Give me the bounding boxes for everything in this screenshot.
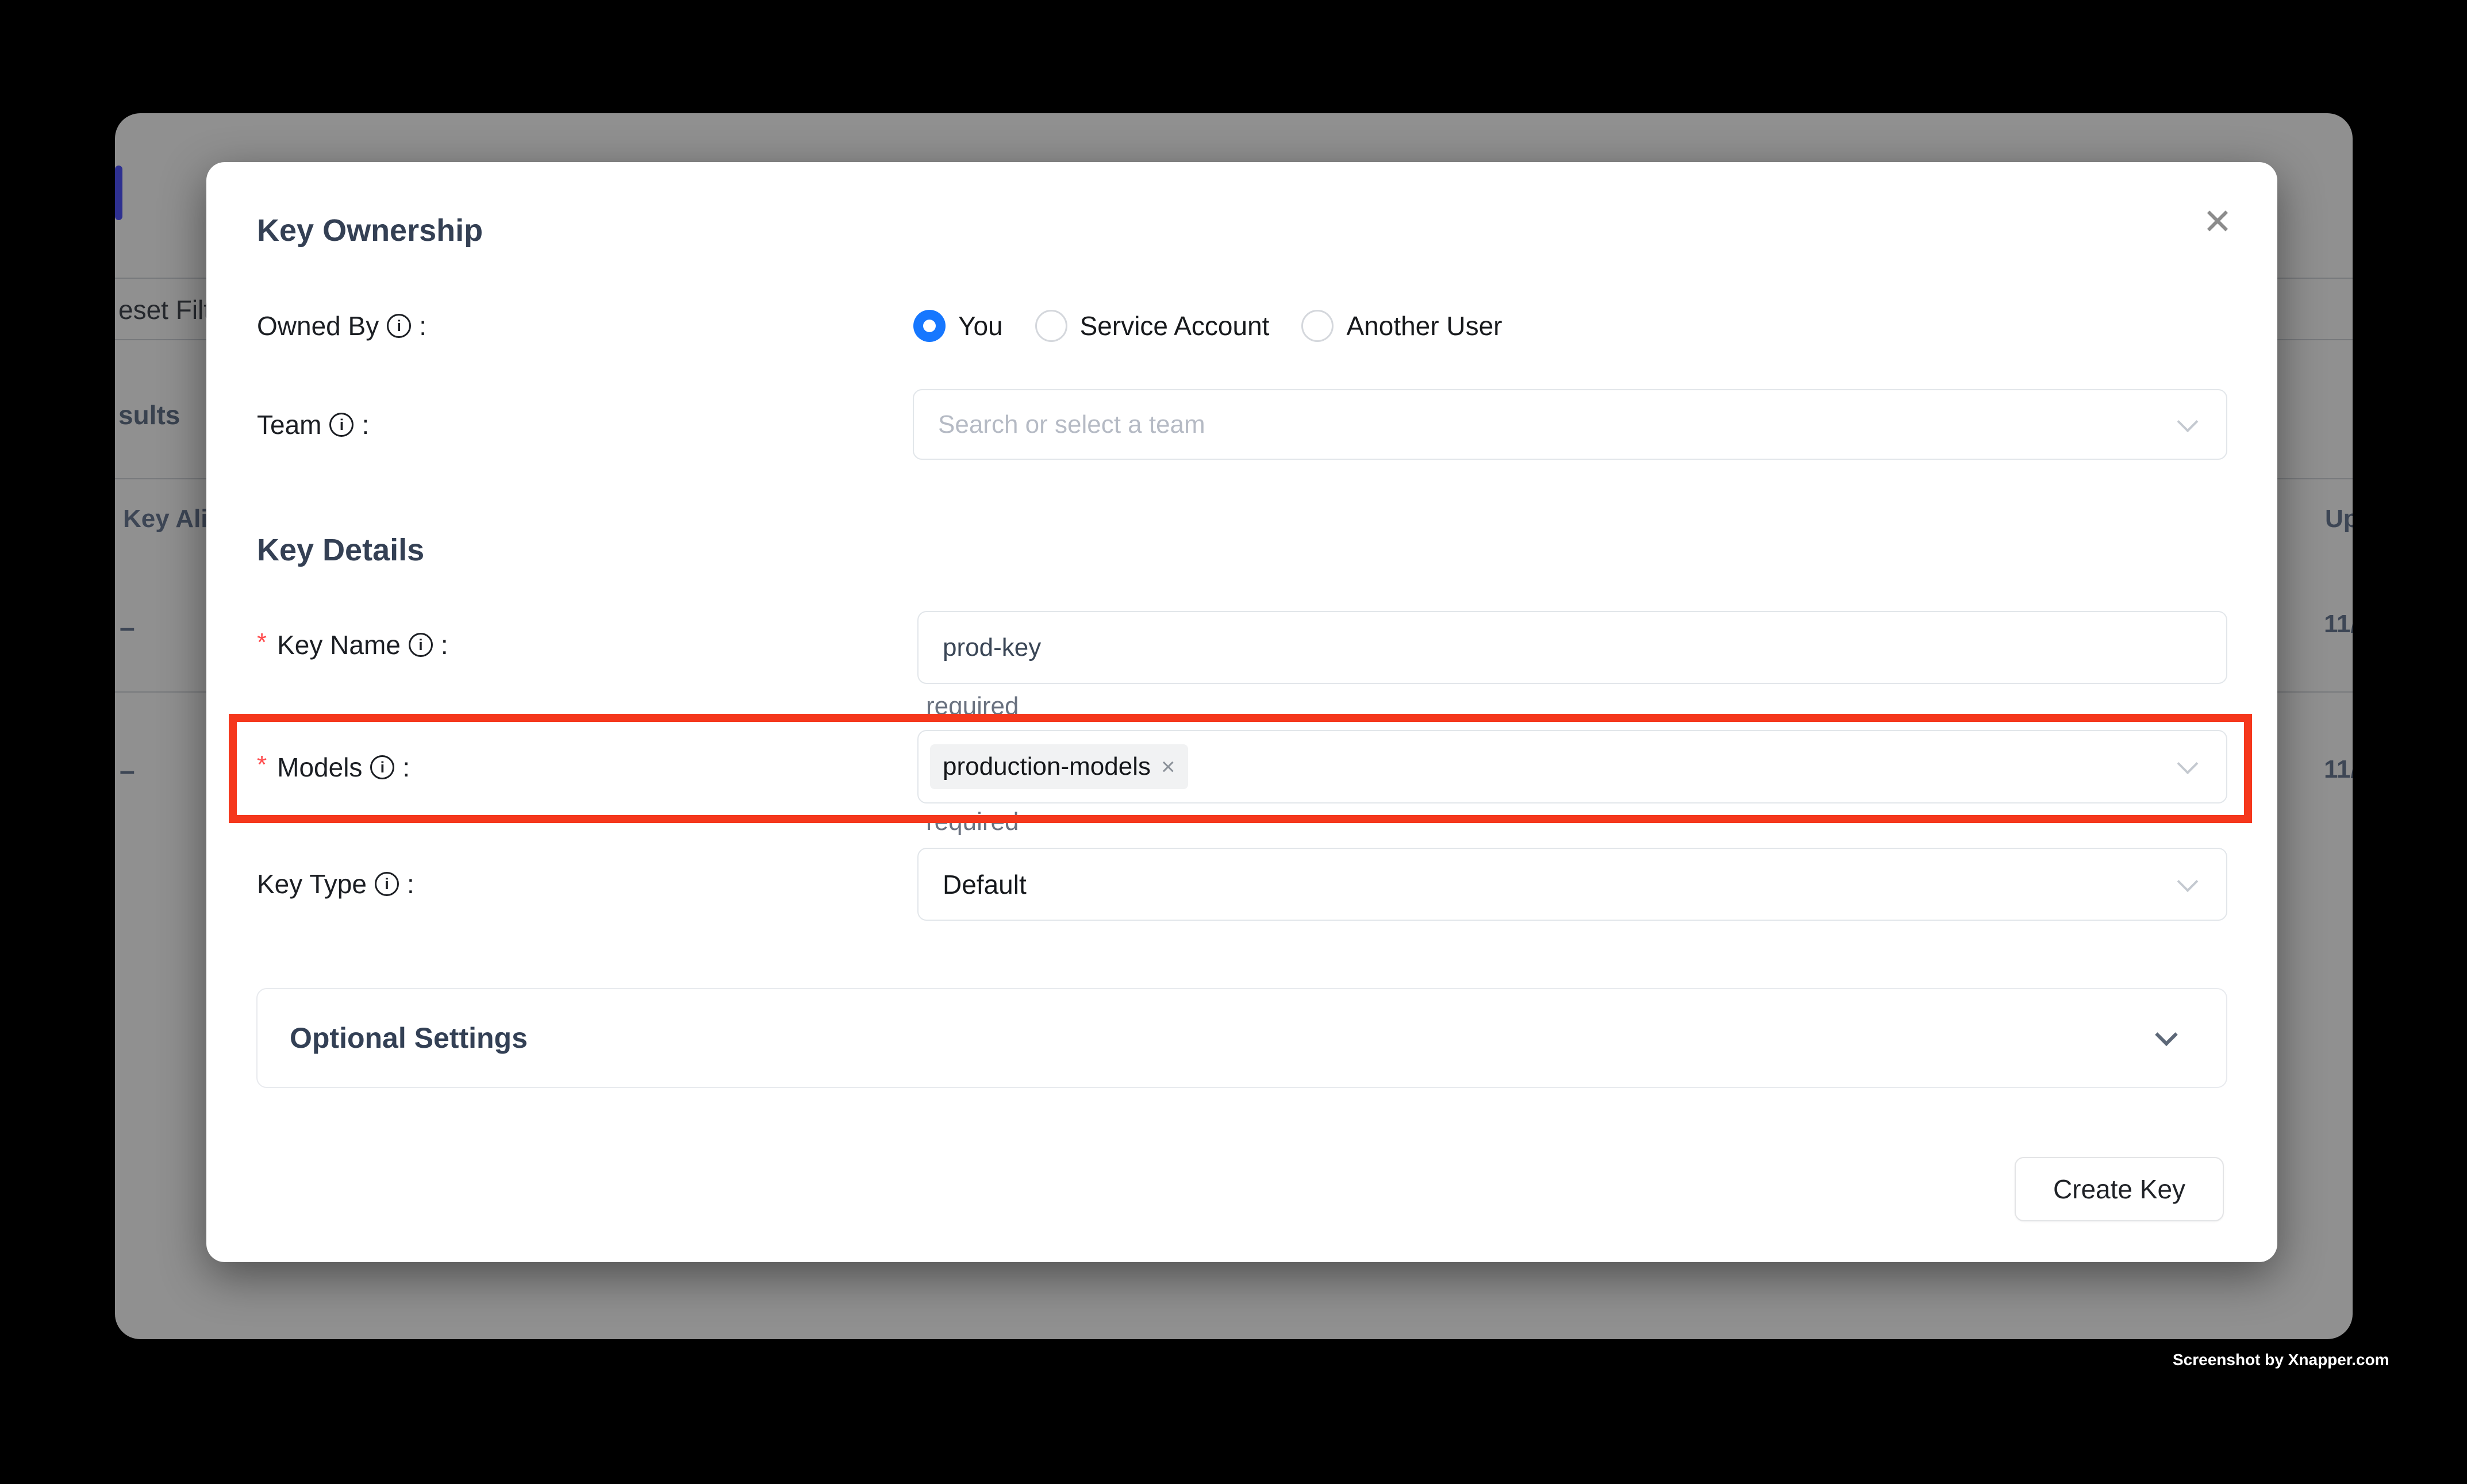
background-results-count: sults: [118, 399, 180, 430]
chevron-down-icon: [2155, 1024, 2178, 1047]
key-type-value: Default: [919, 869, 1027, 900]
radio-option-another-user[interactable]: Another User: [1301, 310, 1502, 342]
close-icon[interactable]: ✕: [2189, 193, 2246, 250]
tag-remove-icon[interactable]: ×: [1161, 753, 1175, 781]
screenshot-root: eset Filt sults Key Alia Up – 11/ – 11/ …: [0, 0, 2467, 1484]
info-icon[interactable]: [409, 633, 433, 657]
key-name-validation-message: required: [926, 694, 1019, 719]
background-reset-filters-text[interactable]: eset Filt: [118, 294, 211, 325]
models-label-text: Models: [277, 752, 362, 783]
section-title-key-details: Key Details: [257, 532, 424, 568]
chevron-down-icon: [2177, 411, 2199, 432]
radio-another-user-label: Another User: [1346, 310, 1502, 341]
table-cell: 11/: [2324, 755, 2353, 784]
table-cell: –: [120, 612, 135, 644]
key-name-input[interactable]: prod-key: [917, 611, 2227, 684]
radio-option-you[interactable]: You: [913, 310, 1003, 342]
key-type-select[interactable]: Default: [917, 848, 2227, 921]
watermark: Screenshot by Xnapper.com: [2173, 1351, 2389, 1369]
owned-by-radio-group: You Service Account Another User: [913, 310, 1502, 342]
label-colon: :: [407, 868, 414, 899]
background-primary-button-fragment[interactable]: [115, 166, 122, 220]
label-colon: :: [441, 629, 448, 660]
radio-another-user-icon[interactable]: [1301, 310, 1334, 342]
radio-service-account-label: Service Account: [1080, 310, 1270, 341]
section-title-key-ownership: Key Ownership: [257, 213, 483, 248]
models-tag-label: production-models: [943, 752, 1151, 781]
models-label: * Models :: [257, 750, 410, 785]
radio-option-service-account[interactable]: Service Account: [1035, 310, 1270, 342]
info-icon[interactable]: [329, 413, 353, 437]
key-name-value: prod-key: [919, 633, 1041, 662]
radio-service-account-icon[interactable]: [1035, 310, 1067, 342]
models-selected-tag: production-models ×: [930, 744, 1188, 789]
team-label-text: Team: [257, 409, 321, 440]
team-label: Team :: [257, 407, 369, 442]
chevron-down-icon: [2177, 753, 2199, 774]
chevron-down-icon: [2177, 871, 2199, 892]
required-asterisk: *: [257, 628, 267, 657]
owned-by-label: Owned By :: [257, 309, 426, 343]
optional-settings-panel[interactable]: Optional Settings: [256, 988, 2227, 1088]
key-name-label: * Key Name :: [257, 628, 448, 662]
optional-settings-title: Optional Settings: [290, 1021, 528, 1055]
info-icon[interactable]: [375, 872, 399, 896]
team-select[interactable]: Search or select a team: [913, 389, 2227, 460]
info-icon[interactable]: [387, 314, 411, 338]
models-select[interactable]: production-models ×: [917, 730, 2227, 803]
create-key-modal: ✕ Key Ownership Owned By : You Service A…: [206, 162, 2277, 1262]
info-icon[interactable]: [370, 755, 394, 779]
key-type-label-text: Key Type: [257, 868, 367, 899]
key-name-label-text: Key Name: [277, 629, 401, 660]
table-cell: 11/: [2324, 610, 2353, 639]
key-type-label: Key Type :: [257, 867, 414, 901]
label-colon: :: [419, 310, 426, 341]
radio-you-selected-icon[interactable]: [913, 310, 946, 342]
table-cell: –: [120, 755, 135, 787]
label-colon: :: [362, 409, 369, 440]
team-select-placeholder: Search or select a team: [914, 410, 1205, 439]
column-header-updated: Up: [2325, 505, 2353, 533]
required-asterisk: *: [257, 751, 267, 779]
owned-by-label-text: Owned By: [257, 310, 379, 341]
create-key-button[interactable]: Create Key: [2015, 1157, 2224, 1221]
models-validation-message: required: [926, 809, 1019, 835]
radio-you-label: You: [958, 310, 1003, 341]
label-colon: :: [402, 752, 410, 783]
